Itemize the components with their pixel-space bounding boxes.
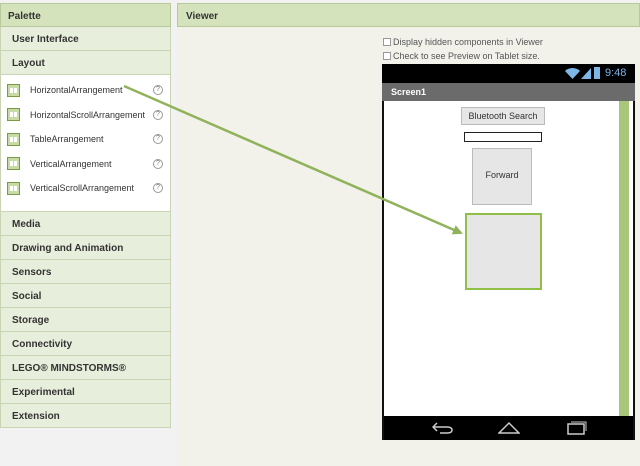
screen-scrollbar[interactable]: [619, 101, 629, 416]
category-drawing-and-animation[interactable]: Drawing and Animation: [0, 236, 171, 260]
help-icon[interactable]: ?: [153, 158, 163, 169]
category-experimental[interactable]: Experimental: [0, 380, 171, 404]
screen-title-bar: Screen1: [382, 83, 635, 101]
horizontal-arrangement-icon: [7, 83, 20, 97]
home-icon[interactable]: [498, 421, 520, 435]
category-sensors[interactable]: Sensors: [0, 260, 171, 284]
component-label: TableArrangement: [30, 134, 104, 145]
tablet-preview-label: Check to see Preview on Tablet size.: [393, 51, 540, 61]
forward-button[interactable]: Forward: [472, 148, 532, 205]
palette-panel: Palette User Interface Layout Horizontal…: [0, 3, 171, 428]
clock: 9:48: [605, 67, 627, 79]
wifi-icon: [565, 68, 580, 79]
bluetooth-search-button[interactable]: Bluetooth Search: [461, 107, 545, 125]
display-hidden-checkbox[interactable]: [383, 38, 391, 46]
category-media[interactable]: Media: [0, 212, 171, 236]
signal-icon: [581, 68, 591, 79]
display-hidden-label: Display hidden components in Viewer: [393, 37, 543, 47]
layout-component-list: HorizontalArrangement ? HorizontalScroll…: [0, 75, 171, 212]
text-box-component[interactable]: [464, 132, 542, 142]
horizontal-arrangement-drop-target[interactable]: [465, 213, 542, 290]
recents-icon[interactable]: [565, 421, 587, 435]
palette-header: Palette: [0, 3, 171, 27]
component-label: VerticalArrangement: [30, 158, 112, 169]
component-vertical-scroll-arrangement[interactable]: VerticalScrollArrangement ?: [1, 176, 170, 201]
help-icon[interactable]: ?: [153, 85, 163, 95]
option-tablet-preview[interactable]: Check to see Preview on Tablet size.: [383, 51, 540, 61]
phone-preview: 9:48 Screen1 Bluetooth Search Forward: [382, 64, 635, 440]
android-nav-bar: [384, 416, 633, 440]
category-layout[interactable]: Layout: [0, 51, 171, 75]
component-vertical-arrangement[interactable]: VerticalArrangement ?: [1, 152, 170, 177]
help-icon[interactable]: ?: [153, 134, 163, 144]
tablet-preview-checkbox[interactable]: [383, 52, 391, 60]
horizontal-scroll-arrangement-icon: [7, 108, 20, 122]
viewer-panel: Viewer Display hidden components in View…: [177, 3, 640, 466]
vertical-scroll-arrangement-icon: [7, 181, 20, 195]
category-connectivity[interactable]: Connectivity: [0, 332, 171, 356]
component-label: HorizontalScrollArrangement: [30, 109, 146, 120]
table-arrangement-icon: [7, 132, 20, 146]
component-horizontal-scroll-arrangement[interactable]: HorizontalScrollArrangement ?: [1, 103, 170, 128]
category-social[interactable]: Social: [0, 284, 171, 308]
vertical-arrangement-icon: [7, 157, 20, 171]
viewer-header: Viewer: [177, 3, 640, 27]
status-bar: 9:48: [382, 64, 635, 83]
component-label: VerticalScrollArrangement: [30, 183, 135, 194]
component-table-arrangement[interactable]: TableArrangement ?: [1, 127, 170, 152]
phone-screen[interactable]: Bluetooth Search Forward: [384, 101, 633, 416]
help-icon[interactable]: ?: [153, 109, 163, 120]
option-display-hidden[interactable]: Display hidden components in Viewer: [383, 37, 543, 47]
component-label: HorizontalArrangement: [30, 85, 123, 96]
category-extension[interactable]: Extension: [0, 404, 171, 428]
category-user-interface[interactable]: User Interface: [0, 27, 171, 51]
category-storage[interactable]: Storage: [0, 308, 171, 332]
help-icon[interactable]: ?: [153, 183, 163, 193]
back-icon[interactable]: [432, 421, 454, 435]
category-lego-mindstorms[interactable]: LEGO® MINDSTORMS®: [0, 356, 171, 380]
battery-icon: [594, 67, 600, 79]
component-horizontal-arrangement[interactable]: HorizontalArrangement ?: [1, 78, 170, 103]
